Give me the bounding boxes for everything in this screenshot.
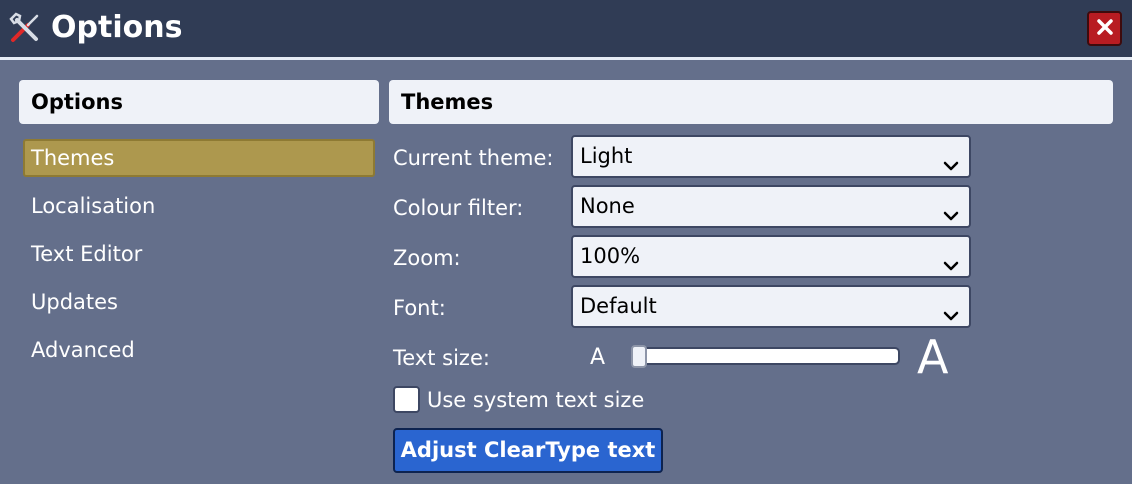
zoom-select[interactable]: 100% (571, 235, 971, 278)
adjust-cleartype-button[interactable]: Adjust ClearType text (393, 428, 663, 473)
colour-filter-label: Colour filter: (393, 196, 524, 220)
sidebar-item-text-editor[interactable]: Text Editor (23, 235, 375, 273)
close-button[interactable] (1087, 11, 1122, 46)
sidebar-item-updates[interactable]: Updates (23, 283, 375, 321)
sidebar-item-advanced[interactable]: Advanced (23, 331, 375, 369)
use-system-text-size-label[interactable]: Use system text size (427, 385, 644, 415)
title-bar: Options (0, 0, 1132, 60)
chevron-down-icon (943, 248, 959, 271)
current-theme-label: Current theme: (393, 146, 554, 170)
sidebar-item-themes[interactable]: Themes (23, 139, 375, 177)
font-label: Font: (393, 296, 446, 320)
colour-filter-value: None (580, 194, 635, 218)
tools-icon (8, 11, 42, 45)
window-title: Options (51, 10, 183, 45)
chevron-down-icon (943, 148, 959, 171)
chevron-down-icon (943, 298, 959, 321)
small-text-glyph: A (590, 345, 606, 370)
text-size-slider[interactable] (632, 347, 900, 365)
font-value: Default (580, 294, 657, 318)
close-icon (1096, 18, 1114, 40)
text-size-label: Text size: (393, 346, 490, 370)
font-select[interactable]: Default (571, 285, 971, 328)
sidebar-item-localisation[interactable]: Localisation (23, 187, 375, 225)
text-size-slider-handle[interactable] (631, 345, 647, 368)
large-text-glyph: A (917, 330, 949, 384)
zoom-value: 100% (580, 244, 641, 268)
sidebar-header: Options (19, 80, 379, 124)
use-system-text-size-checkbox[interactable] (393, 386, 420, 413)
zoom-label: Zoom: (393, 246, 461, 270)
main-header: Themes (389, 80, 1113, 124)
chevron-down-icon (943, 198, 959, 221)
colour-filter-select[interactable]: None (571, 185, 971, 228)
current-theme-select[interactable]: Light (571, 135, 971, 178)
current-theme-value: Light (580, 144, 633, 168)
